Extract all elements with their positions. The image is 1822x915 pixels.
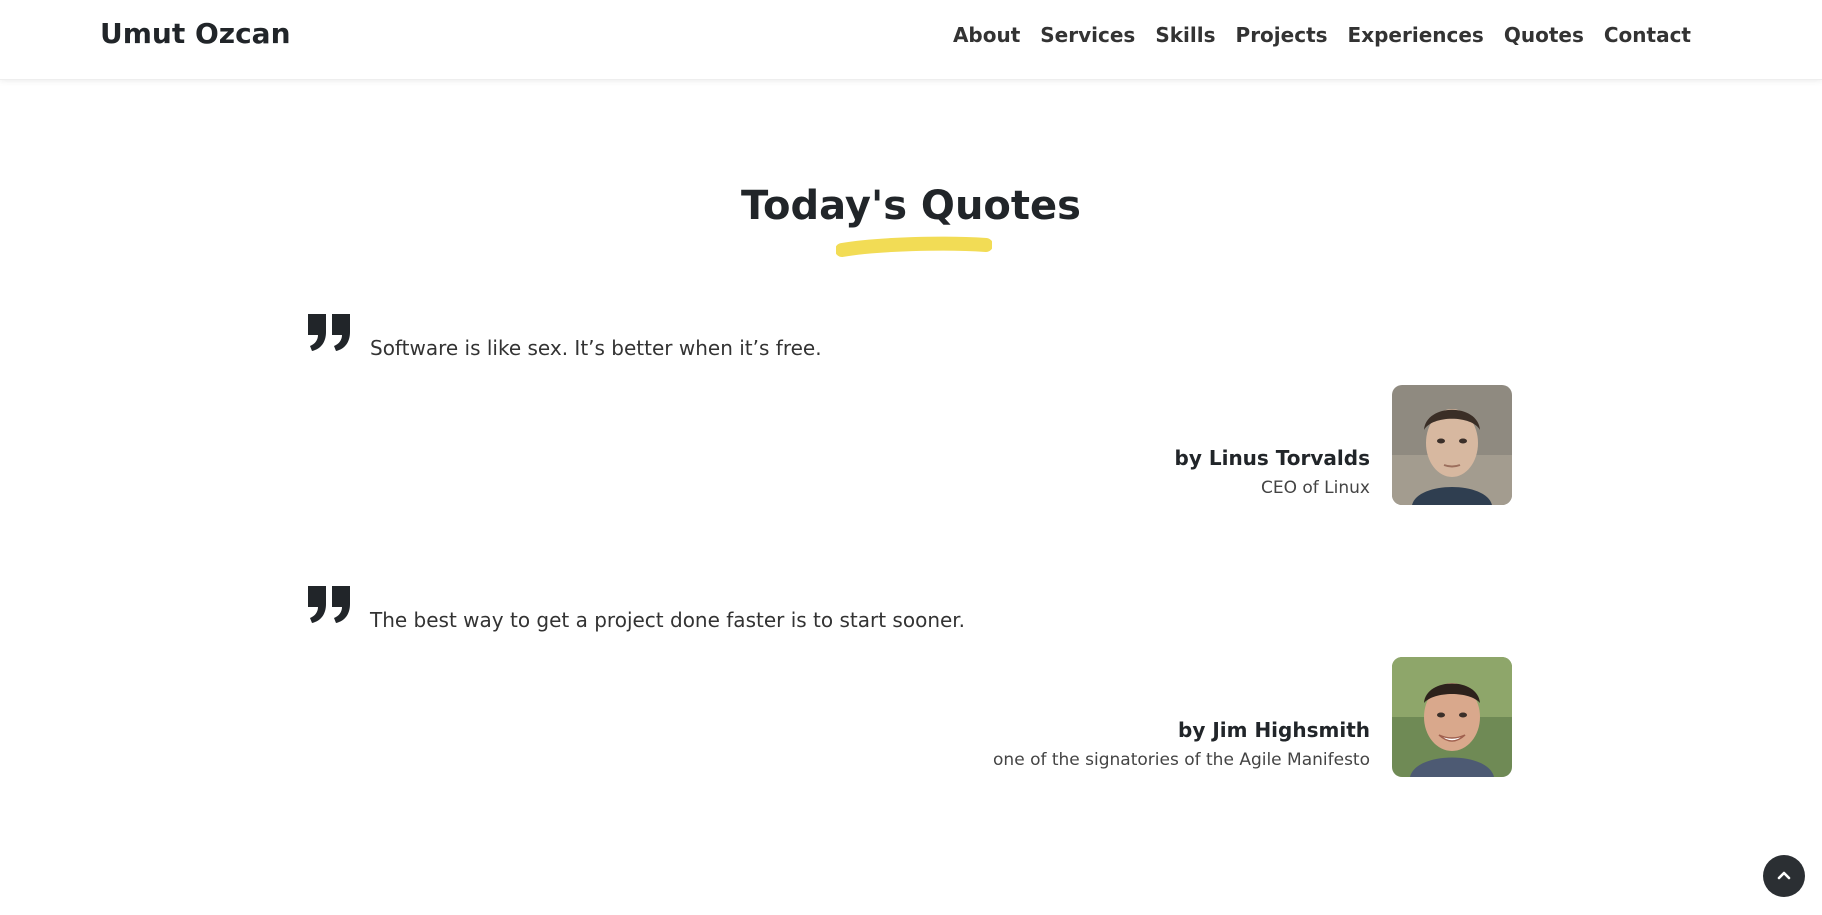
quote-text: Software is like sex. It’s better when i…	[370, 336, 822, 360]
author-name: by Linus Torvalds	[1174, 446, 1370, 470]
quote-text: The best way to get a project done faste…	[370, 608, 966, 632]
navbar: Umut Ozcan About Services Skills Project…	[0, 0, 1822, 80]
main-nav: About Services Skills Projects Experienc…	[953, 23, 1691, 47]
author-photo	[1392, 385, 1512, 505]
nav-about[interactable]: About	[953, 23, 1020, 47]
author-name: by Jim Highsmith	[1178, 718, 1370, 742]
nav-skills[interactable]: Skills	[1155, 23, 1215, 47]
quote-author: by Linus Torvalds CEO of Linux	[1175, 446, 1370, 498]
author-role: CEO of Linux	[1261, 478, 1370, 498]
quote-item: The best way to get a project done faste…	[300, 584, 1512, 784]
nav-experiences[interactable]: Experiences	[1348, 23, 1484, 47]
section-title: Today's Quotes	[741, 183, 1081, 229]
site-brand[interactable]: Umut Ozcan	[100, 17, 291, 50]
scroll-top-button[interactable]	[1763, 855, 1805, 897]
quote-author: by Jim Highsmith one of the signatories …	[993, 718, 1370, 770]
quote-icon	[308, 314, 350, 351]
nav-quotes[interactable]: Quotes	[1504, 23, 1584, 47]
author-photo	[1392, 657, 1512, 777]
nav-contact[interactable]: Contact	[1604, 23, 1691, 47]
nav-services[interactable]: Services	[1040, 23, 1135, 47]
author-role: one of the signatories of the Agile Mani…	[993, 750, 1370, 770]
quote-icon	[308, 586, 350, 623]
quote-item: Software is like sex. It’s better when i…	[300, 312, 1512, 512]
nav-projects[interactable]: Projects	[1236, 23, 1328, 47]
chevron-up-icon	[1777, 871, 1791, 880]
title-underline	[836, 236, 992, 257]
